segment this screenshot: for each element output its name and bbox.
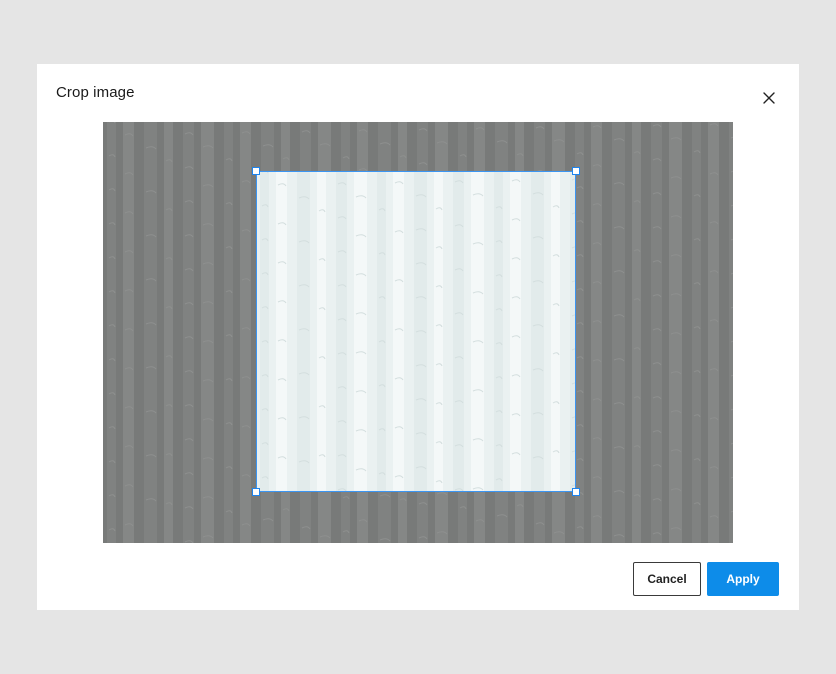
crop-handle-bottom-right[interactable] — [572, 488, 580, 496]
crop-selection[interactable] — [256, 171, 576, 492]
crop-canvas[interactable] — [103, 122, 733, 543]
dialog-title: Crop image — [56, 84, 135, 101]
cancel-button[interactable]: Cancel — [633, 562, 701, 596]
crop-handle-top-right[interactable] — [572, 167, 580, 175]
crop-image-dialog: Crop image Cancel Apply — [37, 64, 799, 610]
image-preview-selected — [257, 172, 575, 491]
crop-handle-bottom-left[interactable] — [252, 488, 260, 496]
close-icon — [763, 92, 775, 104]
crop-handle-top-left[interactable] — [252, 167, 260, 175]
apply-button[interactable]: Apply — [707, 562, 779, 596]
close-button[interactable] — [757, 86, 781, 110]
